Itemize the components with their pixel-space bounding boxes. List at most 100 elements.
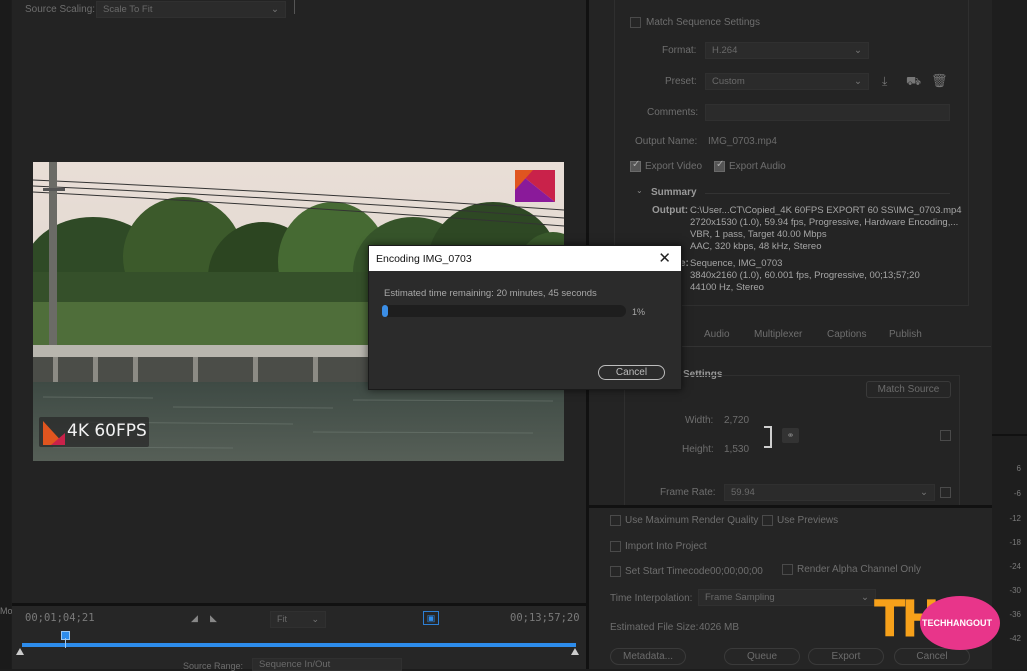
- format-dropdown[interactable]: H.264 ⌄: [705, 42, 869, 59]
- summary-toggle-icon[interactable]: ⌄: [636, 186, 643, 195]
- format-value: H.264: [712, 45, 738, 56]
- current-timecode[interactable]: 00;01;04;21: [25, 612, 95, 624]
- link-bracket: [764, 426, 772, 448]
- width-checkbox[interactable]: [940, 430, 951, 441]
- timeline-track[interactable]: [22, 643, 576, 647]
- left-edge-strip: [0, 0, 11, 669]
- techhangout-watermark: THO TECHHANGOUT: [874, 589, 1004, 651]
- playhead-line: [65, 638, 66, 648]
- tab-captions[interactable]: Captions: [827, 329, 866, 340]
- time-interpolation-label: Time Interpolation:: [610, 593, 693, 604]
- delete-preset-icon[interactable]: 🗑: [931, 73, 948, 89]
- import-into-project-label: Import Into Project: [625, 541, 707, 552]
- time-interpolation-dropdown[interactable]: Frame Sampling ⌄: [698, 589, 876, 606]
- height-label: Height:: [682, 444, 714, 455]
- width-value[interactable]: 2,720: [724, 415, 749, 426]
- set-start-timecode-checkbox[interactable]: [610, 566, 621, 577]
- chevron-down-icon: ⌄: [311, 614, 319, 624]
- source-range-dropdown[interactable]: Sequence In/Out: [252, 658, 402, 671]
- time-interpolation-value: Frame Sampling: [705, 592, 775, 603]
- fps-badge-text: 4K 60FPS: [67, 421, 147, 441]
- match-sequence-checkbox[interactable]: [630, 17, 641, 28]
- source-line: 3840x2160 (1.0), 60.001 fps, Progressive…: [690, 270, 920, 281]
- zoom-value: Fit: [277, 614, 287, 624]
- meter-tick: -12: [1009, 514, 1021, 523]
- output-name-label: Output Name:: [635, 136, 698, 147]
- close-icon[interactable]: ✕: [658, 249, 671, 267]
- output-line: C:\User...CT\Copied_4K 60FPS EXPORT 60 S…: [690, 205, 962, 216]
- set-start-timecode-label: Set Start Timecode: [625, 566, 711, 577]
- source-scaling-value: Scale To Fit: [103, 4, 153, 15]
- cancel-encoding-button[interactable]: Cancel: [598, 365, 665, 380]
- output-line: AAC, 320 kbps, 48 kHz, Stereo: [690, 241, 822, 252]
- chevron-down-icon: ⌄: [854, 45, 862, 56]
- encoding-dialog: Encoding IMG_0703 ✕ Estimated time remai…: [368, 245, 682, 390]
- file-size-label: Estimated File Size:: [610, 622, 699, 633]
- export-audio-label: Export Audio: [729, 161, 786, 172]
- frame-rate-checkbox[interactable]: [940, 487, 951, 498]
- comments-field[interactable]: [705, 104, 950, 121]
- meter-tick: -36: [1009, 610, 1021, 619]
- meter-tick: 6: [1016, 464, 1021, 473]
- comments-label: Comments:: [647, 107, 699, 118]
- dialog-titlebar: Encoding IMG_0703 ✕: [369, 246, 681, 271]
- tab-publish[interactable]: Publish: [889, 329, 922, 340]
- link-icon[interactable]: ⚭: [782, 428, 799, 443]
- metadata-button[interactable]: Metadata...: [610, 648, 686, 665]
- height-value[interactable]: 1,530: [724, 444, 749, 455]
- source-scaling-dropdown[interactable]: Scale To Fit ⌄: [96, 1, 286, 18]
- dialog-title: Encoding IMG_0703: [376, 253, 472, 265]
- percent-text: 1%: [632, 307, 646, 317]
- triangle-logo-icon: [43, 421, 65, 445]
- meter-tick: -42: [1009, 634, 1021, 643]
- import-preset-icon[interactable]: ⛟: [906, 74, 921, 90]
- export-audio-checkbox[interactable]: [714, 159, 725, 172]
- export-video-checkbox[interactable]: [630, 159, 641, 172]
- output-summary-label: Output:: [652, 205, 689, 216]
- save-preset-icon[interactable]: ⤓: [882, 74, 887, 89]
- output-line: 2720x1530 (1.0), 59.94 fps, Progressive,…: [690, 217, 959, 228]
- source-line: 44100 Hz, Stereo: [690, 282, 764, 293]
- queue-button[interactable]: Queue: [724, 648, 800, 665]
- render-alpha-checkbox[interactable]: [782, 564, 793, 575]
- estimate-text: Estimated time remaining: 20 minutes, 45…: [384, 288, 597, 299]
- out-point-marker[interactable]: [571, 648, 579, 655]
- summary-title: Summary: [651, 187, 697, 198]
- meter-tick: -18: [1009, 538, 1021, 547]
- match-sequence-label: Match Sequence Settings: [646, 17, 760, 28]
- fps-badge: 4K 60FPS: [39, 417, 149, 447]
- output-summary: C:\User...CT\Copied_4K 60FPS EXPORT 60 S…: [690, 205, 962, 253]
- match-source-button[interactable]: Match Source: [866, 381, 951, 398]
- zoom-dropdown[interactable]: Fit ⌄: [270, 611, 326, 628]
- start-timecode-value[interactable]: 00;00;00;00: [710, 566, 763, 577]
- preset-dropdown[interactable]: Custom ⌄: [705, 73, 869, 90]
- chevron-down-icon: ⌄: [920, 487, 928, 498]
- output-name-link[interactable]: IMG_0703.mp4: [708, 136, 777, 147]
- aspect-toggle-icon[interactable]: ▣: [423, 611, 439, 625]
- render-alpha-label: Render Alpha Channel Only: [797, 564, 921, 575]
- set-in-icon[interactable]: ◢: [191, 613, 198, 624]
- frame-rate-value: 59.94: [731, 487, 755, 498]
- side-fragment: Mo: [0, 606, 13, 616]
- in-point-marker[interactable]: [16, 648, 24, 655]
- watermark-brand: TECHHANGOUT: [922, 618, 992, 628]
- chevron-down-icon: ⌄: [861, 592, 869, 603]
- source-summary: Sequence, IMG_0703 3840x2160 (1.0), 60.0…: [690, 258, 920, 294]
- frame-rate-label: Frame Rate:: [660, 487, 716, 498]
- width-label: Width:: [685, 415, 714, 426]
- file-size-value: 4026 MB: [699, 622, 740, 633]
- max-render-quality-checkbox[interactable]: [610, 515, 621, 526]
- encoding-progress-fill: [382, 305, 388, 317]
- use-previews-label: Use Previews: [777, 515, 839, 526]
- export-video-label: Export Video: [645, 161, 703, 172]
- format-label: Format:: [662, 45, 697, 56]
- export-button[interactable]: Export: [808, 648, 884, 665]
- use-previews-checkbox[interactable]: [762, 515, 773, 526]
- meter-tick: -30: [1009, 586, 1021, 595]
- import-into-project-checkbox[interactable]: [610, 541, 621, 552]
- tab-multiplexer[interactable]: Multiplexer: [754, 329, 802, 340]
- tab-audio[interactable]: Audio: [704, 329, 730, 340]
- frame-rate-dropdown[interactable]: 59.94 ⌄: [724, 484, 935, 501]
- preset-label: Preset:: [665, 76, 697, 87]
- set-out-icon[interactable]: ◣: [210, 613, 217, 624]
